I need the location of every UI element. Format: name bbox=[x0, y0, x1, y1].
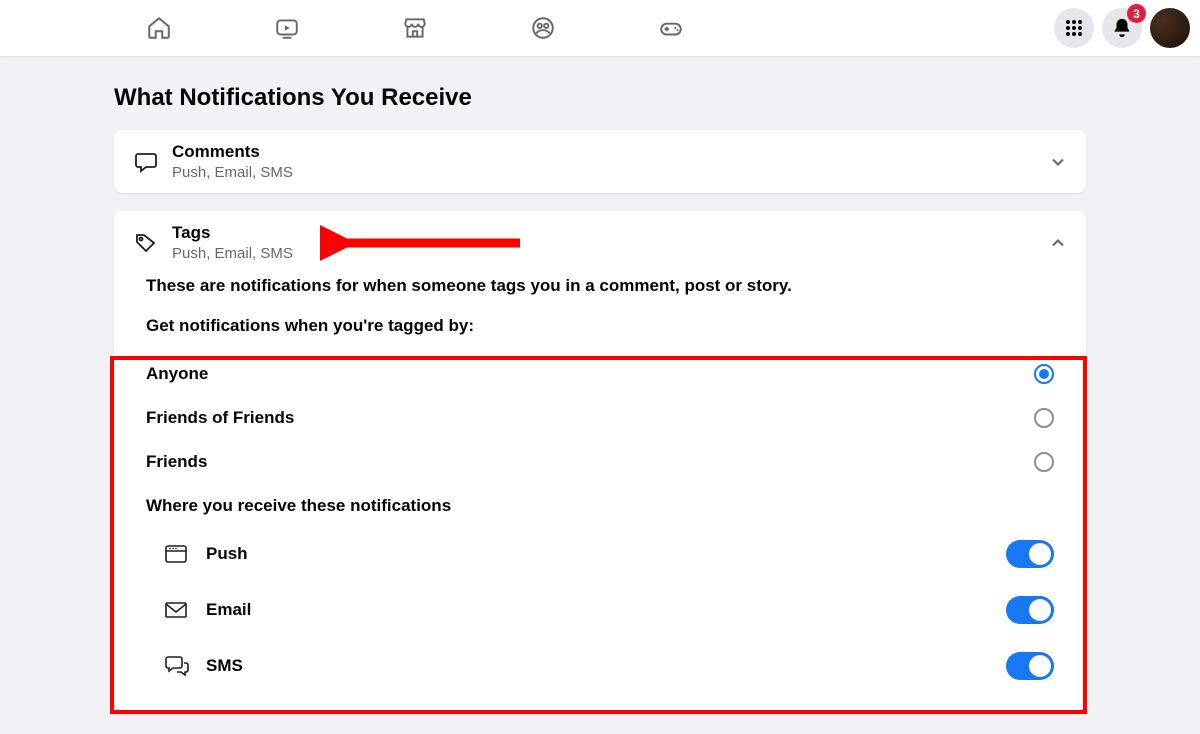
comments-card: Comments Push, Email, SMS bbox=[114, 130, 1086, 193]
chevron-down-icon bbox=[1048, 152, 1068, 172]
tags-card: Tags Push, Email, SMS These are notifica… bbox=[114, 211, 1086, 710]
radio-option-fof[interactable]: Friends of Friends bbox=[146, 396, 1054, 440]
push-toggle[interactable] bbox=[1006, 540, 1054, 568]
radio-anyone[interactable] bbox=[1034, 364, 1054, 384]
tags-titles: Tags Push, Email, SMS bbox=[172, 223, 1048, 262]
radio-label-anyone: Anyone bbox=[146, 364, 208, 384]
radio-option-friends[interactable]: Friends bbox=[146, 440, 1054, 484]
page-title: What Notifications You Receive bbox=[114, 84, 1086, 112]
tags-header[interactable]: Tags Push, Email, SMS bbox=[114, 211, 1086, 274]
menu-grid-button[interactable] bbox=[1054, 8, 1094, 48]
comment-icon bbox=[132, 150, 160, 174]
top-nav-bar: 3 bbox=[0, 0, 1200, 56]
comments-title: Comments bbox=[172, 142, 1048, 162]
home-icon[interactable] bbox=[145, 14, 173, 42]
notification-badge: 3 bbox=[1127, 4, 1146, 23]
radio-option-anyone[interactable]: Anyone bbox=[146, 352, 1054, 396]
sms-label: SMS bbox=[206, 656, 1006, 676]
groups-icon[interactable] bbox=[529, 14, 557, 42]
radio-label-friends: Friends bbox=[146, 452, 207, 472]
marketplace-icon[interactable] bbox=[401, 14, 429, 42]
comments-subtitle: Push, Email, SMS bbox=[172, 164, 1048, 181]
email-toggle[interactable] bbox=[1006, 596, 1054, 624]
channel-push-row: Push bbox=[146, 526, 1054, 582]
email-icon bbox=[164, 601, 196, 619]
chevron-up-icon bbox=[1048, 233, 1068, 253]
channel-sms-row: SMS bbox=[146, 638, 1054, 694]
tags-title: Tags bbox=[172, 223, 1048, 243]
nav-icons-group bbox=[145, 14, 685, 42]
profile-avatar[interactable] bbox=[1150, 8, 1190, 48]
channel-email-row: Email bbox=[146, 582, 1054, 638]
notifications-button[interactable]: 3 bbox=[1102, 8, 1142, 48]
radio-label-fof: Friends of Friends bbox=[146, 408, 294, 428]
where-heading: Where you receive these notifications bbox=[146, 496, 1054, 516]
radio-friends[interactable] bbox=[1034, 452, 1054, 472]
push-label: Push bbox=[206, 544, 1006, 564]
tags-subtitle: Push, Email, SMS bbox=[172, 245, 1048, 262]
comments-titles: Comments Push, Email, SMS bbox=[172, 142, 1048, 181]
comments-header[interactable]: Comments Push, Email, SMS bbox=[114, 130, 1086, 193]
tag-icon bbox=[132, 231, 160, 255]
tags-body: These are notifications for when someone… bbox=[114, 274, 1086, 710]
content-area: What Notifications You Receive Comments … bbox=[114, 56, 1086, 710]
watch-icon[interactable] bbox=[273, 14, 301, 42]
tags-subhead: Get notifications when you're tagged by: bbox=[146, 316, 1054, 336]
gaming-icon[interactable] bbox=[657, 14, 685, 42]
email-label: Email bbox=[206, 600, 1006, 620]
push-icon bbox=[164, 543, 196, 565]
radio-fof[interactable] bbox=[1034, 408, 1054, 428]
sms-toggle[interactable] bbox=[1006, 652, 1054, 680]
sms-icon bbox=[164, 655, 196, 677]
tags-description: These are notifications for when someone… bbox=[146, 276, 1054, 296]
right-actions: 3 bbox=[1054, 8, 1190, 48]
